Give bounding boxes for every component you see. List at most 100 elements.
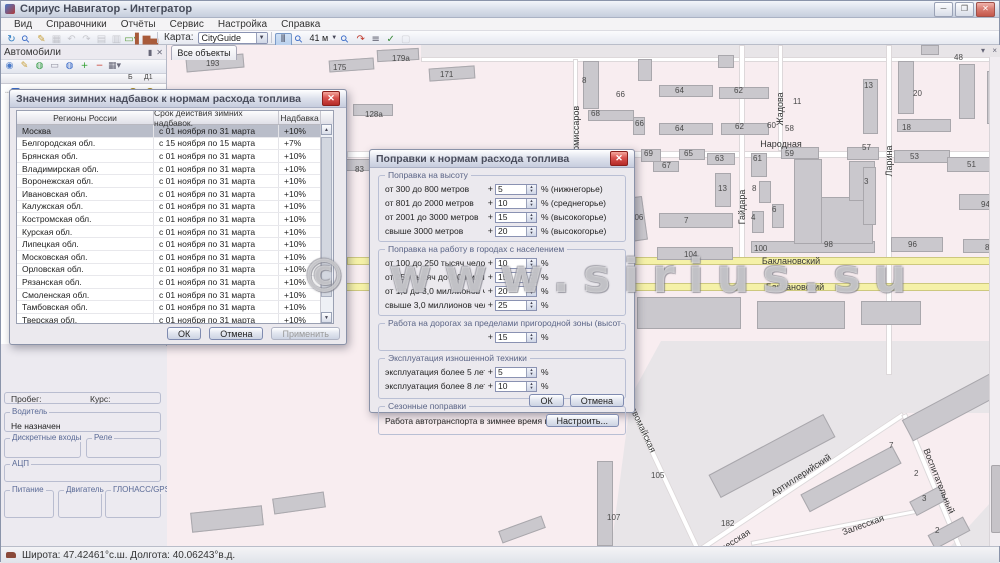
table-row[interactable]: Белгородская обл.с 15 ноября по 15 марта…: [17, 138, 333, 151]
map-menu-icon[interactable]: ▾: [981, 46, 985, 55]
scrollbar-thumb[interactable]: [991, 465, 1000, 533]
table-row[interactable]: Костромская обл.с 01 ноября по 31 марта+…: [17, 213, 333, 226]
table-row[interactable]: Калужская обл.с 01 ноября по 31 марта+10…: [17, 201, 333, 214]
edit-sheet-icon[interactable]: ✎: [34, 34, 49, 46]
spin-value[interactable]: 15: [496, 213, 526, 222]
spinner-arrows-icon[interactable]: ▲▼: [526, 382, 536, 391]
menu-item-сервис[interactable]: Сервис: [163, 19, 211, 30]
spinner-arrows-icon[interactable]: ▲▼: [526, 273, 536, 282]
table-row[interactable]: Липецкая обл.с 01 ноября по 31 марта+10%: [17, 238, 333, 251]
house-number: 67: [662, 161, 671, 170]
table-row[interactable]: Брянская обл.с 01 ноября по 31 марта+10%: [17, 150, 333, 163]
table-row[interactable]: Смоленская обл.с 01 ноября по 31 марта+1…: [17, 289, 333, 302]
close-panel-icon[interactable]: ✕: [156, 48, 163, 57]
table-row[interactable]: Курская обл.с 01 ноября по 31 марта+10%: [17, 226, 333, 239]
spin-input[interactable]: 10▲▼: [495, 258, 537, 269]
remove-icon[interactable]: −: [93, 61, 106, 72]
close-button[interactable]: ✕: [976, 2, 995, 17]
scroll-down-icon[interactable]: ▼: [321, 312, 332, 323]
table-cell: Смоленская обл.: [17, 289, 154, 301]
spinner-arrows-icon[interactable]: ▲▼: [526, 301, 536, 310]
spin-value[interactable]: 10: [496, 382, 526, 391]
map-zoom-value[interactable]: 41 м: [310, 33, 329, 43]
spin-input[interactable]: 20▲▼: [495, 226, 537, 237]
map-close-icon[interactable]: ×: [992, 46, 997, 55]
tasks-icon[interactable]: ✓: [383, 34, 398, 46]
spin-value[interactable]: 20: [496, 227, 526, 236]
pin-icon[interactable]: ▮: [148, 48, 152, 57]
ok-button[interactable]: ОК: [529, 394, 563, 407]
spin-input[interactable]: 5▲▼: [495, 367, 537, 378]
table-row[interactable]: Тамбовская обл.с 01 ноября по 31 марта+1…: [17, 301, 333, 314]
cancel-button[interactable]: Отмена: [209, 327, 263, 340]
list-icon[interactable]: ≡: [368, 34, 383, 46]
spin-value[interactable]: 25: [496, 301, 526, 310]
spin-input[interactable]: 10▲▼: [495, 198, 537, 209]
dialog-title-bar[interactable]: Значения зимних надбавок к нормам расход…: [10, 90, 346, 108]
web-icon[interactable]: ◍: [63, 61, 76, 72]
configure-button[interactable]: Настроить...: [546, 414, 619, 427]
spin-value[interactable]: 5: [496, 185, 526, 194]
spin-row-label: эксплуатация более 5 лет: [385, 367, 485, 377]
brush-icon[interactable]: ✎: [18, 61, 31, 72]
table-row[interactable]: Тверская обл.с 01 ноября по 31 марта+10%: [17, 314, 333, 324]
tab-all-objects[interactable]: Все объекты: [171, 45, 237, 60]
goto-icon[interactable]: ↷: [353, 34, 368, 46]
spin-input[interactable]: 5▲▼: [495, 184, 537, 195]
spin-value[interactable]: 15: [496, 273, 526, 282]
column-region[interactable]: Регионы России: [17, 111, 154, 124]
table-row[interactable]: Орловская обл.с 01 ноября по 31 марта+10…: [17, 264, 333, 277]
table-row[interactable]: Владимирская обл.с 01 ноября по 31 марта…: [17, 163, 333, 176]
map-vertical-scrollbar[interactable]: [989, 57, 1000, 546]
ok-button[interactable]: ОК: [167, 327, 201, 340]
globe-icon[interactable]: ◍: [33, 61, 46, 72]
scrollbar-thumb[interactable]: [321, 137, 332, 297]
table-cell: Московская обл.: [17, 251, 154, 263]
dialog-title-bar[interactable]: Поправки к нормам расхода топлива ✕: [370, 150, 634, 168]
spinner-arrows-icon[interactable]: ▲▼: [526, 185, 536, 194]
chevron-down-icon[interactable]: ▼: [256, 33, 267, 43]
spin-value[interactable]: 5: [496, 368, 526, 377]
spin-input[interactable]: 15▲▼: [495, 212, 537, 223]
spin-value[interactable]: 15: [496, 333, 526, 342]
add-icon[interactable]: +: [78, 61, 91, 72]
menu-item-настройка[interactable]: Настройка: [211, 19, 274, 30]
spin-input[interactable]: 10▲▼: [495, 381, 537, 392]
van-icon[interactable]: ▭: [48, 61, 61, 72]
table-row[interactable]: Москвас 01 ноября по 31 марта+10%: [17, 125, 333, 138]
map-source-combobox[interactable]: CityGuide ▼: [198, 32, 268, 44]
close-icon[interactable]: ✕: [322, 91, 340, 106]
column-value[interactable]: Надбавка: [279, 111, 321, 124]
map-building: [959, 64, 975, 119]
spin-value[interactable]: 10: [496, 259, 526, 268]
table-row[interactable]: Воронежская обл.с 01 ноября по 31 марта+…: [17, 175, 333, 188]
spin-input[interactable]: 20▲▼: [495, 286, 537, 297]
table-row[interactable]: Рязанская обл.с 01 ноября по 31 марта+10…: [17, 276, 333, 289]
chart-icon[interactable]: ▌▆▄: [139, 34, 154, 46]
layout-icon[interactable]: ▦▾: [108, 61, 121, 72]
cancel-button[interactable]: Отмена: [570, 394, 624, 407]
close-icon[interactable]: ✕: [610, 151, 628, 166]
table-row[interactable]: Московская обл.с 01 ноября по 31 марта+1…: [17, 251, 333, 264]
spin-input[interactable]: 15▲▼: [495, 332, 537, 343]
spinner-arrows-icon[interactable]: ▲▼: [526, 199, 536, 208]
table-scrollbar[interactable]: ▲ ▼: [320, 124, 333, 323]
user-icon[interactable]: ◉: [3, 61, 16, 72]
scroll-up-icon[interactable]: ▲: [321, 124, 332, 135]
spinner-arrows-icon[interactable]: ▲▼: [526, 333, 536, 342]
minimize-button[interactable]: ─: [934, 2, 953, 17]
spinner-arrows-icon[interactable]: ▲▼: [526, 368, 536, 377]
house-number: 66: [616, 90, 625, 99]
spinner-arrows-icon[interactable]: ▲▼: [526, 287, 536, 296]
spin-input[interactable]: 25▲▼: [495, 300, 537, 311]
spin-value[interactable]: 20: [496, 287, 526, 296]
spinner-arrows-icon[interactable]: ▲▼: [526, 259, 536, 268]
spin-input[interactable]: 15▲▼: [495, 272, 537, 283]
table-row[interactable]: Ивановская обл.с 01 ноября по 31 марта+1…: [17, 188, 333, 201]
spinner-arrows-icon[interactable]: ▲▼: [526, 227, 536, 236]
spinner-arrows-icon[interactable]: ▲▼: [526, 213, 536, 222]
maximize-button[interactable]: ❐: [955, 2, 974, 17]
column-period[interactable]: Срок действия зимних надбавок.: [154, 111, 279, 124]
spin-value[interactable]: 10: [496, 199, 526, 208]
apply-button[interactable]: Применить: [271, 327, 340, 340]
